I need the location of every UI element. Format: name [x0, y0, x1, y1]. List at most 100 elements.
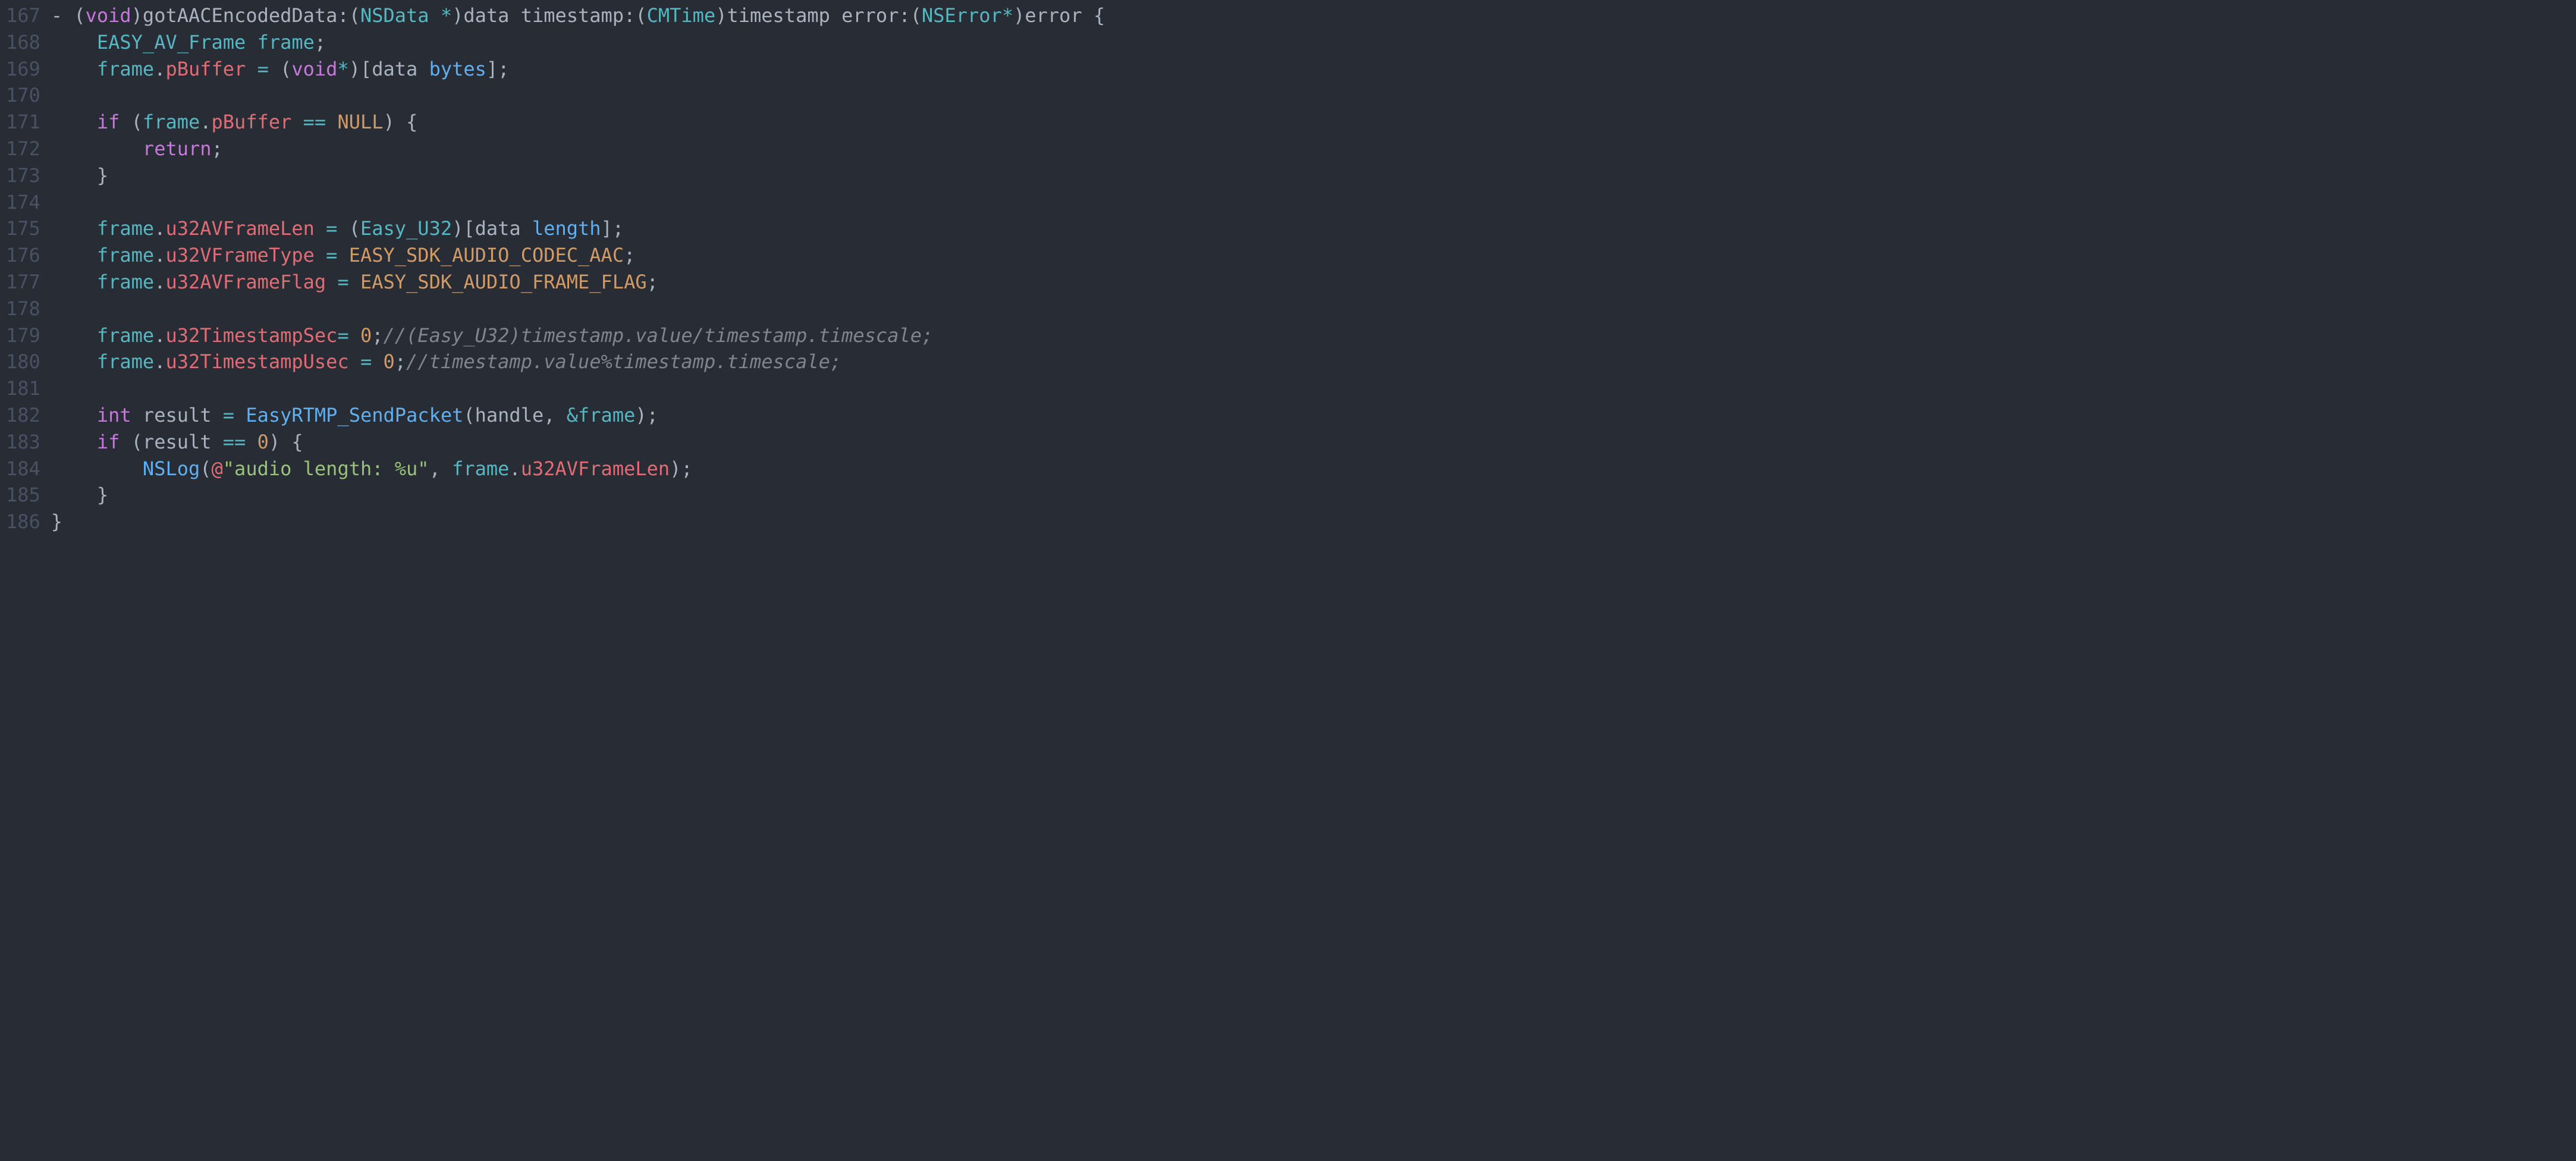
code-token: //timestamp.value%timestamp.timescale; — [406, 350, 841, 373]
line-number: 177 — [6, 269, 40, 296]
code-token: if — [97, 111, 120, 133]
code-token: * — [337, 58, 348, 80]
code-token — [291, 111, 303, 133]
code-area[interactable]: - (void)gotAACEncodedData:(NSData *)data… — [51, 0, 2576, 1161]
code-token: u32TimestampUsec — [165, 350, 348, 373]
code-token: EasyRTMP_SendPacket — [246, 404, 463, 426]
code-line[interactable]: NSLog(@"audio length: %u", frame.u32AVFr… — [51, 456, 2576, 482]
line-number: 169 — [6, 56, 40, 83]
code-line[interactable]: frame.u32TimestampUsec = 0;//timestamp.v… — [51, 349, 2576, 375]
code-token: ; — [647, 271, 658, 293]
line-number: 181 — [6, 375, 40, 402]
code-token: frame — [97, 217, 154, 240]
code-token: 0 — [257, 431, 269, 453]
code-token: = — [337, 271, 348, 293]
code-token — [51, 404, 97, 426]
code-token: u32AVFrameLen — [521, 457, 670, 480]
code-token: * — [1002, 4, 1013, 27]
code-token: void — [86, 4, 131, 27]
code-token: return — [143, 137, 212, 160]
code-token: ( — [120, 111, 143, 133]
code-token: . — [154, 324, 165, 347]
line-number: 168 — [6, 29, 40, 56]
code-line[interactable]: if (result == 0) { — [51, 429, 2576, 456]
line-number: 178 — [6, 296, 40, 322]
code-token — [326, 271, 337, 293]
code-token: u32AVFrameFlag — [165, 271, 326, 293]
line-number: 171 — [6, 109, 40, 136]
code-token: if — [97, 431, 120, 453]
code-token: ( — [337, 217, 360, 240]
code-token — [51, 271, 97, 293]
code-line[interactable] — [51, 296, 2576, 322]
code-token: 0 — [360, 324, 372, 347]
code-token: . — [200, 111, 211, 133]
code-token — [246, 58, 257, 80]
code-line[interactable] — [51, 375, 2576, 402]
code-token: * — [441, 4, 452, 27]
code-token: = — [337, 324, 348, 347]
code-line[interactable] — [51, 189, 2576, 216]
code-token: ) { — [269, 431, 303, 453]
code-token — [51, 457, 143, 480]
code-token: = — [223, 404, 234, 426]
code-token: result — [131, 404, 223, 426]
code-line[interactable]: frame.u32AVFrameFlag = EASY_SDK_AUDIO_FR… — [51, 269, 2576, 296]
code-token: & — [567, 404, 578, 426]
code-token: NSData — [360, 4, 429, 27]
code-token: . — [154, 217, 165, 240]
code-token: pBuffer — [212, 111, 292, 133]
code-token: ; — [372, 324, 383, 347]
code-token: frame — [97, 350, 154, 373]
code-token — [326, 111, 337, 133]
code-line[interactable]: frame.u32AVFrameLen = (Easy_U32)[data le… — [51, 215, 2576, 242]
code-token — [315, 244, 326, 266]
code-editor[interactable]: 1671681691701711721731741751761771781791… — [0, 0, 2576, 1161]
code-token: . — [154, 271, 165, 293]
line-number: 182 — [6, 402, 40, 429]
code-token — [337, 244, 348, 266]
code-token: Easy_U32 — [360, 217, 452, 240]
code-token: frame — [97, 324, 154, 347]
code-token — [372, 350, 383, 373]
code-line[interactable]: frame.u32VFrameType = EASY_SDK_AUDIO_COD… — [51, 242, 2576, 269]
code-line[interactable]: } — [51, 509, 2576, 535]
code-token: } — [51, 484, 108, 506]
code-line[interactable]: EASY_AV_Frame frame; — [51, 29, 2576, 56]
code-token: ); — [670, 457, 693, 480]
line-number: 180 — [6, 349, 40, 375]
line-number: 184 — [6, 456, 40, 482]
code-token — [429, 4, 441, 27]
line-number: 175 — [6, 215, 40, 242]
code-line[interactable] — [51, 82, 2576, 109]
code-line[interactable]: } — [51, 482, 2576, 509]
code-token — [234, 404, 246, 426]
code-token: 0 — [384, 350, 395, 373]
code-token — [349, 271, 360, 293]
code-line[interactable]: if (frame.pBuffer == NULL) { — [51, 109, 2576, 136]
code-token — [51, 431, 97, 453]
code-token: ]; — [601, 217, 624, 240]
code-token: } — [51, 510, 62, 533]
code-line[interactable]: frame.u32TimestampSec= 0;//(Easy_U32)tim… — [51, 322, 2576, 349]
code-token: ; — [212, 137, 223, 160]
code-line[interactable]: int result = EasyRTMP_SendPacket(handle,… — [51, 402, 2576, 429]
code-token: = — [326, 217, 337, 240]
line-number-gutter: 1671681691701711721731741751761771781791… — [0, 0, 51, 1161]
code-token: , — [429, 457, 453, 480]
code-token: NULL — [337, 111, 383, 133]
code-token: frame — [97, 271, 154, 293]
code-token: = — [257, 58, 269, 80]
code-line[interactable]: } — [51, 162, 2576, 189]
code-line[interactable]: - (void)gotAACEncodedData:(NSData *)data… — [51, 2, 2576, 29]
code-token: EASY_SDK_AUDIO_CODEC_AAC — [349, 244, 624, 266]
code-token — [51, 31, 97, 54]
code-token: ; — [624, 244, 635, 266]
code-token: ) { — [384, 111, 418, 133]
code-token: )error { — [1013, 4, 1105, 27]
code-token — [246, 31, 257, 54]
code-token: frame — [452, 457, 509, 480]
code-token: frame — [97, 244, 154, 266]
code-line[interactable]: frame.pBuffer = (void*)[data bytes]; — [51, 56, 2576, 83]
code-line[interactable]: return; — [51, 136, 2576, 162]
